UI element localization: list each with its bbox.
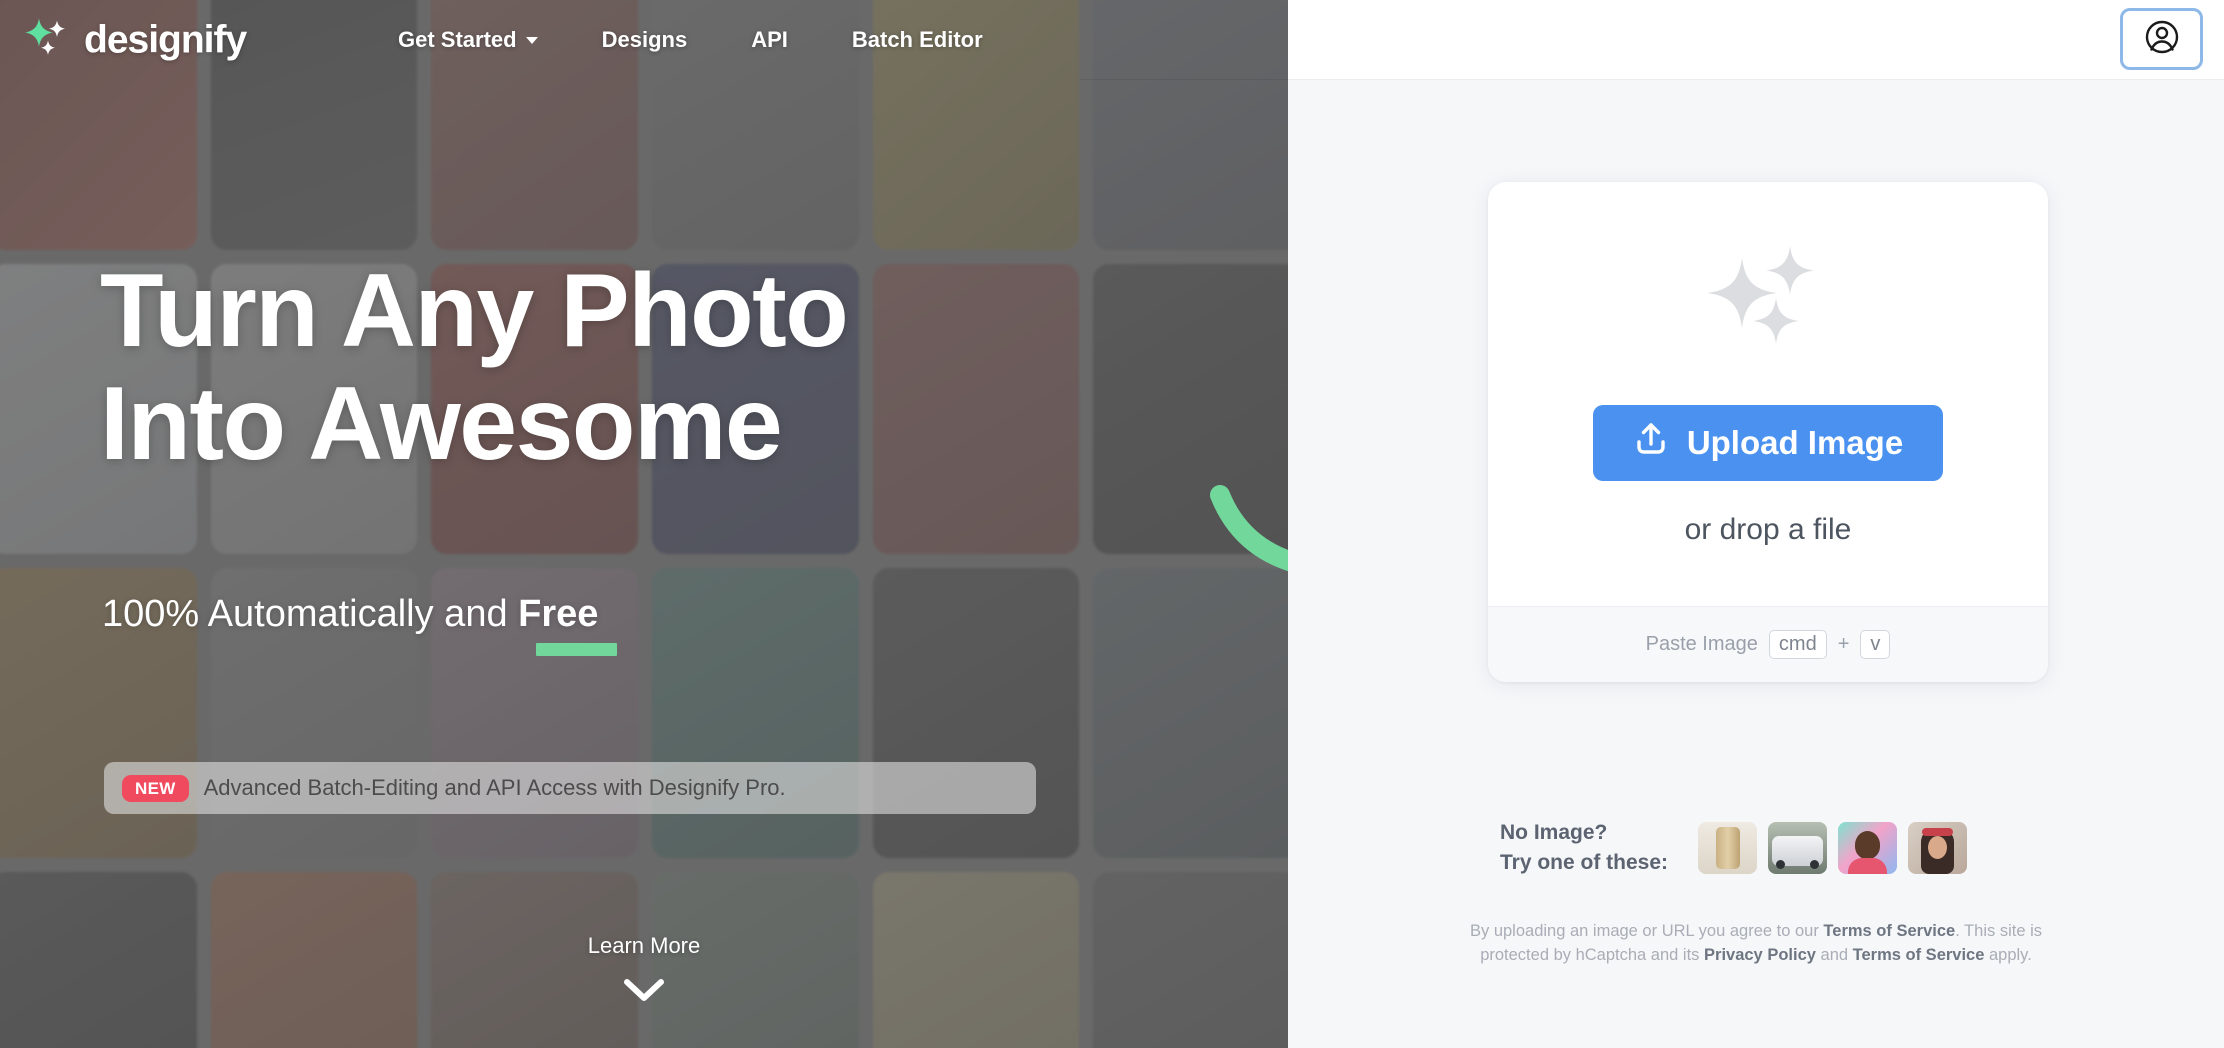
nav-item-batch-editor[interactable]: Batch Editor [852,27,983,53]
hero-content: Turn Any Photo Into Awesome 100% Automat… [0,0,1288,1048]
nav-label: Designs [601,27,688,52]
upload-panel: Upload Image or drop a file Paste Image … [1288,80,2224,1048]
site-header: designify Get Started Designs API Batch … [0,0,2224,80]
nav-label: Batch Editor [851,27,983,52]
headline-line-2: Into Awesome [100,366,783,483]
sample-heading: No Image? Try one of these: [1500,818,1668,878]
sparkles-icon [1704,242,1832,367]
paste-label: Paste Image [1645,633,1758,655]
upload-card-body: Upload Image or drop a file [1488,182,2048,606]
designify-landing-page: Turn Any Photo Into Awesome 100% Automat… [0,0,2224,1048]
disclaimer-part-4: apply. [1984,945,2032,964]
nav-label: Get Started [398,27,517,52]
account-button[interactable] [2120,8,2203,70]
man-portrait-thumbnail[interactable] [1838,821,1898,874]
nav-item-get-started[interactable]: Get Started [398,27,538,53]
sample-images-section: No Image? Try one of these: [1500,818,1968,878]
white-car-thumbnail[interactable] [1768,821,1828,874]
promo-banner[interactable]: NEW Advanced Batch-Editing and API Acces… [104,762,1036,814]
terms-of-service-link[interactable]: Terms of Service [1823,922,1955,940]
upload-icon [1633,421,1669,465]
sample-heading-line-1: No Image? [1500,821,1608,844]
nav-item-api[interactable]: API [751,27,788,53]
chevron-down-icon [525,36,538,44]
headline-line-1: Turn Any Photo [100,253,849,369]
hero-section: Turn Any Photo Into Awesome 100% Automat… [0,0,1288,1048]
header-divider [1080,79,2224,80]
nav-item-designs[interactable]: Designs [602,27,688,53]
disclaimer-part-3: and [1815,945,1853,964]
brand-logo[interactable]: designify [24,15,247,66]
sample-heading-line-2: Try one of these: [1500,850,1669,874]
hero-headline: Turn Any Photo Into Awesome [100,253,1180,483]
paste-image-hint: Paste Image cmd + v [1488,606,2048,682]
woman-portrait-thumbnail[interactable] [1908,821,1968,874]
learn-more-label[interactable]: Learn More [0,933,1288,959]
promo-new-badge: NEW [122,774,189,802]
subtitle-prefix: 100% Automatically and [102,593,519,635]
hero-subtitle: 100% Automatically and Free [102,593,598,636]
disclaimer-part-1: By uploading an image or URL you agree t… [1469,922,1824,940]
learn-more-chevron-down-icon[interactable] [623,978,665,1009]
upload-image-button[interactable]: Upload Image [1592,404,1944,481]
beige-can-thumbnail[interactable] [1698,821,1758,874]
drop-file-text: or drop a file [1684,512,1852,546]
terms-of-service-link-2[interactable]: Terms of Service [1853,946,1985,964]
privacy-policy-link[interactable]: Privacy Policy [1704,946,1816,964]
brand-name: designify [84,18,247,61]
key-cmd: cmd [1768,630,1827,659]
sparkle-logo-icon [24,15,70,66]
upload-button-label: Upload Image [1686,423,1904,461]
subtitle-underline [536,643,617,656]
user-circle-icon [2144,19,2180,60]
upload-card[interactable]: Upload Image or drop a file Paste Image … [1488,182,2048,682]
subtitle-emphasis: Free [518,593,599,635]
header-right-background [1288,0,2224,80]
sample-thumbnail-list [1698,821,1968,874]
nav-label: API [751,27,788,52]
key-separator: + [1837,633,1850,655]
promo-text: Advanced Batch-Editing and API Access wi… [203,775,786,800]
key-v: v [1860,630,1891,659]
legal-disclaimer: By uploading an image or URL you agree t… [1456,920,2056,968]
main-navigation: Get Started Designs API Batch Editor [398,27,983,53]
